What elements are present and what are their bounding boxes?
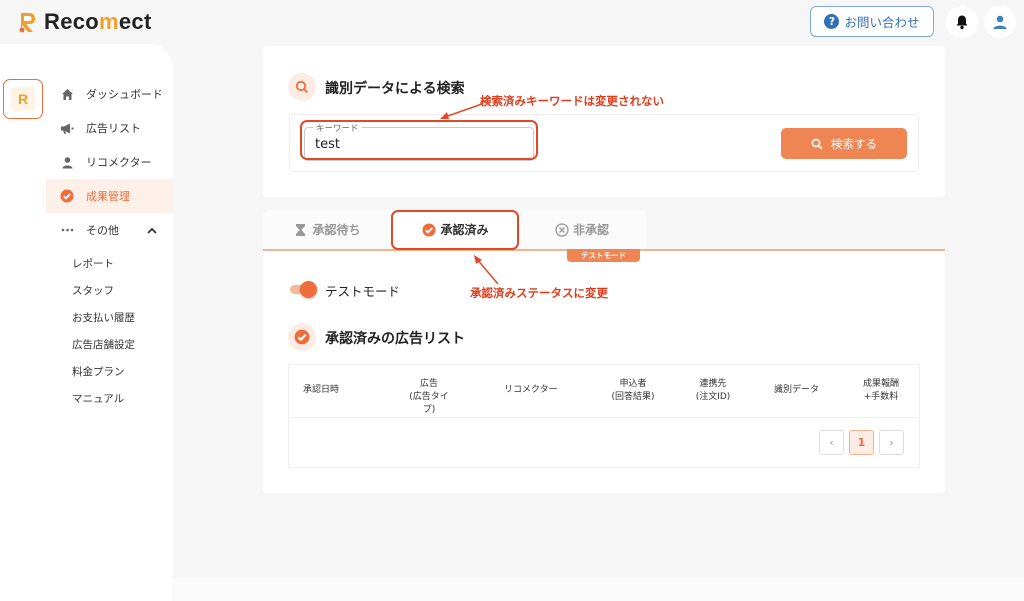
sidebar: ダッシュボード 広告リスト リコメクター 成果管理 その他 レポート スタッフ … — [46, 44, 173, 601]
logo-mark-icon — [19, 13, 35, 33]
question-circle-icon: ? — [824, 14, 840, 29]
sidebar-item-label: 成果管理 — [86, 190, 130, 203]
tab-pending-label: 承認待ち — [312, 223, 361, 237]
check-circle-icon — [288, 323, 316, 351]
rail-app-button[interactable]: R — [3, 79, 43, 119]
sidebar-sub-item-staff[interactable]: スタッフ — [72, 283, 114, 298]
contact-button[interactable]: ? お問い合わせ — [810, 6, 934, 37]
search-button-label: 検索する — [831, 136, 877, 151]
tab-pending[interactable]: 承認待ち — [263, 210, 393, 249]
annotation-keyword-highlight — [300, 120, 538, 160]
annotation-tab-text: 承認済みステータスに変更 — [470, 286, 608, 300]
list-title: 承認済みの広告リスト — [325, 331, 465, 347]
hourglass-icon — [296, 223, 306, 236]
home-icon — [60, 87, 74, 101]
chevron-up-icon[interactable] — [147, 224, 157, 237]
test-mode-toggle[interactable] — [288, 281, 318, 298]
sidebar-item-label: その他 — [86, 224, 119, 237]
tab-rejected-label: 非承認 — [572, 223, 609, 237]
more-icon — [60, 223, 74, 237]
bell-icon — [956, 15, 968, 30]
toggle-knob — [300, 281, 317, 298]
close-circle-icon — [555, 222, 569, 237]
sidebar-item-label: 広告リスト — [86, 122, 141, 135]
sidebar-item-dashboard[interactable]: ダッシュボード — [46, 77, 173, 111]
sidebar-sub-item-store-settings[interactable]: 広告店舗設定 — [72, 337, 135, 352]
annotation-keyword-text: 検索済みキーワードは変更されない — [480, 94, 664, 108]
check-circle-icon — [60, 189, 74, 203]
tab-rejected[interactable]: 非承認 — [518, 210, 646, 249]
app-rail: R — [0, 44, 46, 601]
test-mode-badge: テストモード — [567, 249, 640, 262]
column-header[interactable]: 連携先 (注文ID) — [693, 378, 733, 404]
sidebar-sub-item-manual[interactable]: マニュアル — [72, 391, 124, 406]
column-header[interactable]: 申込者 (回答結果) — [609, 378, 657, 404]
column-header[interactable]: 識別データ — [774, 384, 819, 397]
sidebar-sub-item-payment-history[interactable]: お支払い履歴 — [72, 310, 135, 325]
user-icon — [993, 15, 1007, 29]
test-mode-label: テストモード — [325, 284, 401, 299]
sidebar-sub-item-report[interactable]: レポート — [72, 256, 114, 271]
column-header[interactable]: リコメクター — [504, 384, 558, 397]
sidebar-item-label: ダッシュボード — [86, 88, 163, 101]
sidebar-item-recomecter[interactable]: リコメクター — [46, 145, 173, 179]
logo[interactable]: Recomect — [18, 9, 152, 35]
brand-name: Recomect — [44, 9, 152, 34]
column-header[interactable]: 成果報酬 +手数料 — [859, 378, 903, 404]
annotation-arrow-tab — [474, 255, 499, 285]
search-button[interactable]: 検索する — [781, 128, 907, 159]
sidebar-item-other[interactable]: その他 — [46, 213, 173, 247]
column-header[interactable]: 承認日時 — [303, 384, 339, 397]
person-icon — [60, 155, 74, 169]
bottom-band — [173, 578, 1024, 601]
pagination-next-button[interactable]: › — [879, 430, 904, 455]
sidebar-item-ad-list[interactable]: 広告リスト — [46, 111, 173, 145]
results-table: 承認日時 広告 (広告タイプ) リコメクター 申込者 (回答結果) 連携先 (注文ID… — [288, 364, 920, 468]
pagination-prev-button[interactable]: ‹ — [819, 430, 844, 455]
annotation-tab-highlight — [391, 210, 519, 250]
search-icon — [811, 138, 823, 149]
notifications-button[interactable] — [946, 6, 978, 38]
column-header[interactable]: 広告 (広告タイプ) — [403, 378, 455, 417]
pagination-page-button[interactable]: 1 — [849, 430, 874, 455]
account-button[interactable] — [984, 6, 1016, 38]
header-divider — [289, 417, 919, 418]
rail-logo-icon: R — [11, 87, 35, 111]
contact-label: お問い合わせ — [844, 15, 920, 30]
sidebar-sub-item-pricing[interactable]: 料金プラン — [72, 364, 125, 379]
search-icon — [288, 73, 316, 101]
sidebar-item-results[interactable]: 成果管理 — [46, 179, 173, 213]
megaphone-icon — [60, 121, 74, 135]
top-header: Recomect ? お問い合わせ — [0, 0, 1024, 44]
search-title: 識別データによる検索 — [325, 81, 465, 97]
sidebar-item-label: リコメクター — [86, 156, 152, 169]
